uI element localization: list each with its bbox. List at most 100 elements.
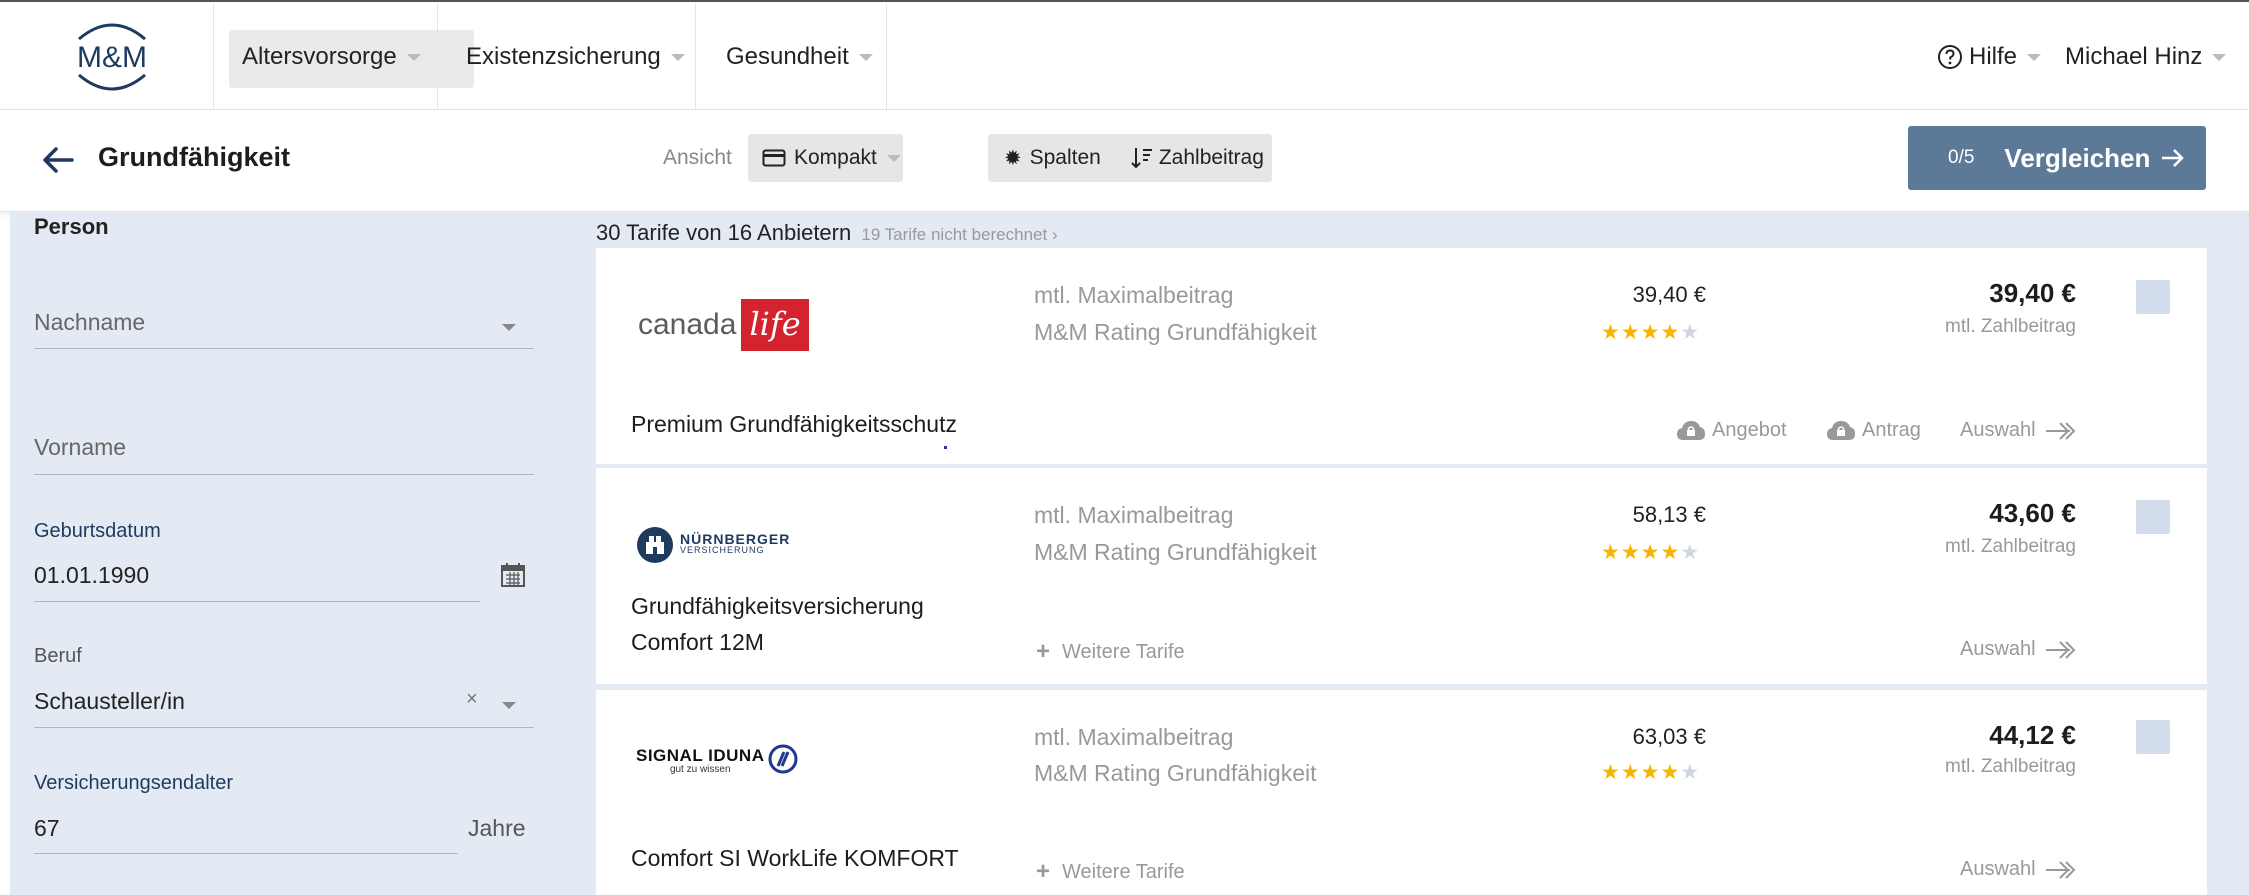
plus-icon: + (1036, 858, 1051, 885)
rating-label: M&M Rating Grundfähigkeit (1034, 760, 1317, 786)
monthly-price: 44,12 € (1989, 720, 2076, 750)
tariff-card: canada life Premium Grundfähigkeitsschut… (596, 248, 2207, 467)
person-sidebar: Person Nachname Vorname Geburtsdatum 01.… (10, 212, 565, 895)
application-button[interactable]: Antrag (1826, 419, 1921, 442)
job-underline (34, 727, 534, 728)
monthly-price: 43,60 € (1989, 498, 2076, 528)
compare-button[interactable]: 0/5 Vergleichen (1908, 126, 2206, 190)
lastname-field[interactable]: Nachname (34, 309, 145, 336)
top-navigation-bar: M&M Altersvorsorge Existenzsicherung Ges… (0, 0, 2249, 110)
end-age-field[interactable]: 67 (34, 815, 60, 842)
compare-checkbox[interactable] (2136, 720, 2170, 754)
chevron-down-icon (886, 154, 901, 162)
back-arrow-icon[interactable] (38, 140, 78, 180)
view-label: Ansicht (663, 146, 732, 169)
provider-logo-signal-iduna: SIGNAL IDUNA gut zu wissen (636, 728, 836, 798)
chevron-down-icon (2027, 53, 2042, 61)
max-contribution-label: mtl. Maximalbeitrag (1034, 282, 1234, 308)
max-contribution-value: 39,40 € (1632, 282, 1706, 307)
not-calculated-link[interactable]: 19 Tarife nicht berechnet › (861, 225, 1057, 244)
birthdate-underline (34, 601, 480, 602)
max-contribution-label: mtl. Maximalbeitrag (1034, 724, 1234, 750)
calendar-icon[interactable] (500, 562, 526, 588)
arrow-right-icon (2162, 149, 2185, 167)
mm-logo[interactable]: M&M (10, 4, 214, 110)
section-heading-person: Person (34, 214, 109, 239)
nav-gesundheit-label: Gesundheit (726, 43, 849, 70)
nav-existenzsicherung[interactable]: Existenzsicherung (438, 4, 696, 110)
birthdate-field[interactable]: 01.01.1990 (34, 562, 149, 589)
select-label: Auswahl (1960, 858, 2036, 880)
select-button[interactable]: Auswahl (1960, 638, 2076, 661)
chevron-down-icon (406, 53, 421, 61)
chevron-down-icon (670, 53, 685, 61)
chevron-down-icon[interactable] (502, 324, 516, 331)
results-count: 30 Tarife von 16 Anbietern (596, 220, 852, 245)
table-options-group: ✹ Spalten Zahlbeitrag (988, 134, 1272, 182)
monthly-price-label: mtl. Zahlbeitrag (1945, 756, 2076, 777)
more-tariffs-button[interactable]: + Weitere Tarife (1036, 858, 1185, 886)
help-label: Hilfe (1969, 43, 2018, 70)
provider-logo-canada-life: canada life (636, 290, 836, 360)
offer-button[interactable]: Angebot (1676, 419, 1787, 442)
user-menu[interactable]: Michael Hinz (2065, 4, 2227, 110)
columns-label: Spalten (1029, 146, 1101, 169)
compare-checkbox[interactable] (2136, 280, 2170, 314)
offer-label: Angebot (1712, 419, 1787, 441)
more-tariffs-label: Weitere Tarife (1062, 640, 1185, 663)
max-contribution-value: 58,13 € (1632, 502, 1706, 527)
monthly-price: 39,40 € (1989, 278, 2076, 308)
end-age-underline (34, 853, 458, 854)
mm-logo-icon: M&M (77, 23, 147, 91)
job-label: Beruf (34, 645, 82, 667)
columns-button[interactable]: ✹ Spalten (1004, 146, 1101, 171)
firstname-field[interactable]: Vorname (34, 434, 126, 461)
nav-altersvorsorge-label: Altersvorsorge (242, 43, 397, 70)
firstname-underline (34, 474, 534, 475)
provider-logo-nuernberger: NÜRNBERGER VERSICHERUNG (636, 510, 836, 580)
compare-checkbox[interactable] (2136, 500, 2170, 534)
tariff-name: Premium Grundfähigkeitsschutz (631, 411, 957, 437)
birthdate-label: Geburtsdatum (34, 520, 161, 542)
lastname-underline (34, 348, 534, 349)
tariff-card: SIGNAL IDUNA gut zu wissen Comfort SI Wo… (596, 690, 2207, 895)
tariff-name-line-2: Comfort 12M (631, 629, 764, 655)
more-tariffs-label: Weitere Tarife (1062, 860, 1185, 883)
view-select[interactable]: Kompakt (748, 134, 903, 182)
max-contribution-label: mtl. Maximalbeitrag (1034, 502, 1234, 528)
nav-gesundheit[interactable]: Gesundheit (696, 4, 887, 110)
select-button[interactable]: Auswahl (1960, 419, 2076, 442)
compare-count: 0/5 (1948, 147, 1975, 168)
sort-label: Zahlbeitrag (1158, 146, 1264, 169)
rating-label: M&M Rating Grundfähigkeit (1034, 319, 1317, 345)
sort-button[interactable]: Zahlbeitrag (1131, 146, 1264, 170)
view-value: Kompakt (794, 146, 877, 169)
chevron-down-icon[interactable] (502, 702, 516, 709)
cloud-lock-icon (1827, 420, 1855, 440)
monthly-price-label: mtl. Zahlbeitrag (1945, 536, 2076, 557)
cursor-dot (944, 446, 947, 449)
more-tariffs-button[interactable]: + Weitere Tarife (1036, 638, 1185, 666)
sort-descending-icon (1131, 148, 1152, 169)
double-arrow-right-icon (2045, 421, 2076, 440)
help-circle-icon (1938, 45, 1962, 69)
results-summary: 30 Tarife von 16 Anbietern 19 Tarife nic… (596, 220, 1058, 246)
user-name: Michael Hinz (2065, 43, 2203, 70)
help-menu[interactable]: Hilfe (1937, 4, 2042, 110)
select-label: Auswahl (1960, 638, 2036, 660)
double-arrow-right-icon (2045, 860, 2076, 879)
plus-icon: + (1036, 638, 1051, 665)
select-button[interactable]: Auswahl (1960, 858, 2076, 881)
max-contribution-value: 63,03 € (1632, 724, 1706, 749)
nav-existenzsicherung-label: Existenzsicherung (466, 43, 661, 70)
rating-stars: ★★★★★ (1601, 541, 1701, 564)
end-age-unit: Jahre (468, 815, 526, 841)
chevron-down-icon (858, 53, 873, 61)
application-label: Antrag (1862, 419, 1921, 441)
signal-iduna-emblem-icon (768, 744, 798, 774)
double-arrow-right-icon (2045, 640, 2076, 659)
clear-icon[interactable]: × (466, 688, 478, 711)
nav-altersvorsorge[interactable]: Altersvorsorge (214, 4, 438, 110)
job-field[interactable]: Schausteller/in (34, 688, 185, 715)
rating-stars: ★★★★★ (1601, 321, 1701, 344)
